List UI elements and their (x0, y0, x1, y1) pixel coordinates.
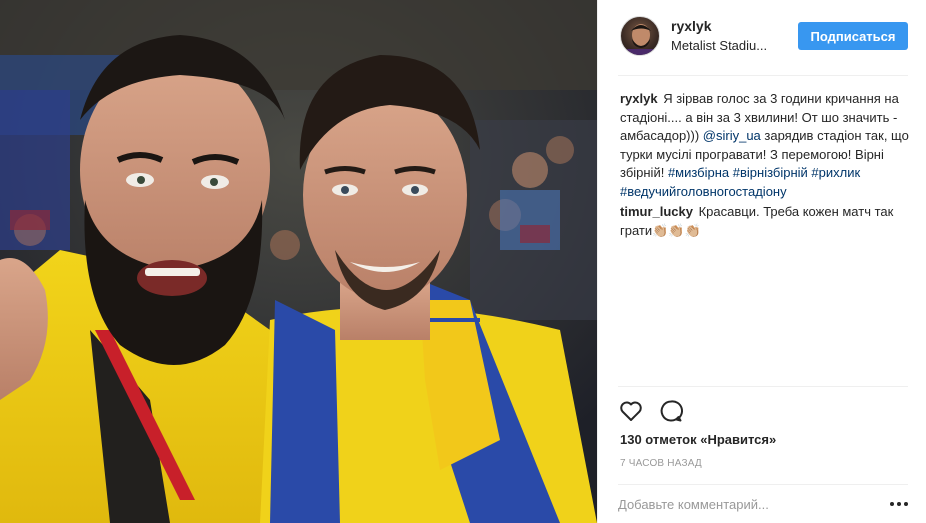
selfie-image (0, 0, 597, 523)
post-timestamp: 7 ЧАСОВ НАЗАД (620, 458, 702, 469)
divider (618, 386, 908, 387)
follow-button[interactable]: Подписаться (798, 22, 908, 50)
post-photo[interactable] (0, 0, 597, 523)
comment-bubble-icon[interactable] (658, 398, 684, 424)
likes-count[interactable]: 130 отметок «Нравится» (620, 432, 776, 447)
caption-mention[interactable]: @siriy_ua (703, 128, 761, 143)
comments-list: ryxlyk Я зірвав голос за 3 години кричан… (620, 90, 910, 242)
ellipsis-icon[interactable] (888, 495, 910, 513)
avatar[interactable] (620, 16, 660, 56)
divider (618, 75, 908, 76)
heart-icon[interactable] (618, 398, 644, 424)
caption: ryxlyk Я зірвав голос за 3 години кричан… (620, 90, 910, 201)
instagram-post: ryxlyk Metalist Stadiu... Подписаться ry… (0, 0, 926, 523)
divider (618, 484, 908, 485)
caption-username[interactable]: ryxlyk (620, 91, 658, 106)
post-header: ryxlyk Metalist Stadiu... Подписаться (598, 0, 926, 75)
comment-username[interactable]: timur_lucky (620, 204, 693, 219)
comment-item: timur_lucky Красавци. Треба кожен матч т… (620, 203, 910, 240)
post-location[interactable]: Metalist Stadiu... (671, 38, 767, 53)
post-side-panel: ryxlyk Metalist Stadiu... Подписаться ry… (597, 0, 926, 523)
post-author-username[interactable]: ryxlyk (671, 18, 711, 34)
add-comment-input[interactable] (618, 492, 878, 516)
